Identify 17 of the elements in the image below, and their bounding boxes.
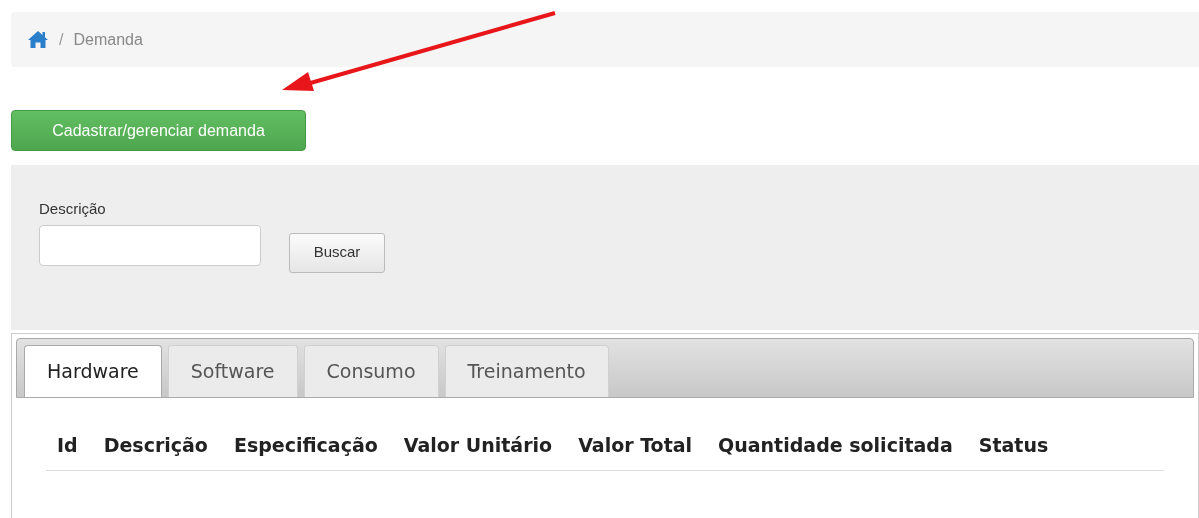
search-button[interactable]: Buscar <box>289 232 385 273</box>
column-header: Valor Total <box>578 433 693 458</box>
home-icon[interactable] <box>27 30 49 49</box>
column-header: Id <box>57 433 78 458</box>
tab[interactable]: Software <box>167 345 298 397</box>
breadcrumb-separator: / <box>59 29 64 50</box>
column-header: Valor Unitário <box>403 433 553 458</box>
column-header: Quantidade solicitada <box>718 433 953 458</box>
field-label: Descrição <box>39 199 107 219</box>
tab[interactable]: Hardware <box>24 345 162 397</box>
column-header: Especificação <box>233 433 378 458</box>
column-header: Status <box>978 433 1049 458</box>
tab[interactable]: Consumo <box>303 345 439 397</box>
description-field[interactable] <box>39 224 261 266</box>
tab[interactable]: Treinamento <box>444 345 609 397</box>
breadcrumb-item: Demanda <box>73 29 143 50</box>
column-header: Descrição <box>103 433 208 458</box>
